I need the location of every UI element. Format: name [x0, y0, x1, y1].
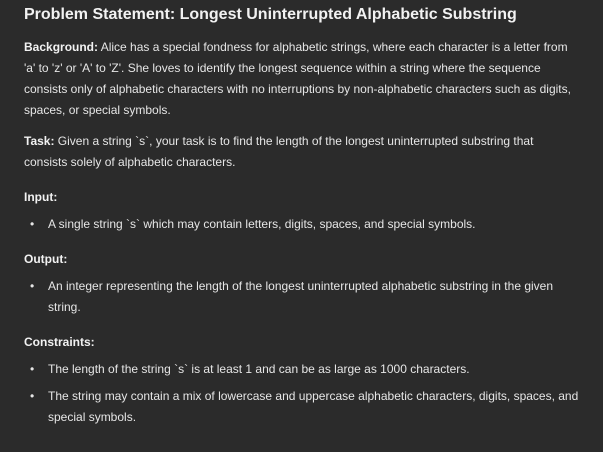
- list-item-text: A single string `s` which may contain le…: [48, 217, 476, 231]
- task-text: Given a string `s`, your task is to find…: [24, 134, 534, 169]
- list-item: • A single string `s` which may contain l…: [24, 214, 579, 235]
- bullet-icon: •: [30, 279, 35, 293]
- problem-document: Problem Statement: Longest Uninterrupted…: [0, 0, 603, 452]
- input-heading: Input:: [24, 190, 58, 204]
- list-item-text: The length of the string `s` is at least…: [48, 362, 470, 376]
- background-paragraph: Background: Alice has a special fondness…: [24, 37, 579, 121]
- constraints-list: • The length of the string `s` is at leas…: [24, 359, 579, 428]
- bullet-icon: •: [30, 217, 35, 231]
- list-item-text: An integer representing the length of th…: [48, 279, 554, 314]
- task-paragraph: Task: Given a string `s`, your task is t…: [24, 131, 579, 173]
- constraints-heading: Constraints:: [24, 335, 95, 349]
- output-list: • An integer representing the length of t…: [24, 276, 579, 318]
- output-heading: Output:: [24, 252, 68, 266]
- background-text: Alice has a special fondness for alphabe…: [24, 40, 571, 117]
- list-item: • The string may contain a mix of lowerca…: [24, 386, 579, 428]
- task-label: Task:: [24, 134, 55, 148]
- bullet-icon: •: [30, 389, 35, 403]
- bullet-icon: •: [30, 362, 35, 376]
- list-item: • The length of the string `s` is at leas…: [24, 359, 579, 380]
- input-list: • A single string `s` which may contain l…: [24, 214, 579, 235]
- page-title: Problem Statement: Longest Uninterrupted…: [24, 6, 517, 23]
- background-label: Background:: [24, 40, 99, 54]
- list-item-text: The string may contain a mix of lowercas…: [48, 389, 579, 424]
- list-item: • An integer representing the length of t…: [24, 276, 579, 318]
